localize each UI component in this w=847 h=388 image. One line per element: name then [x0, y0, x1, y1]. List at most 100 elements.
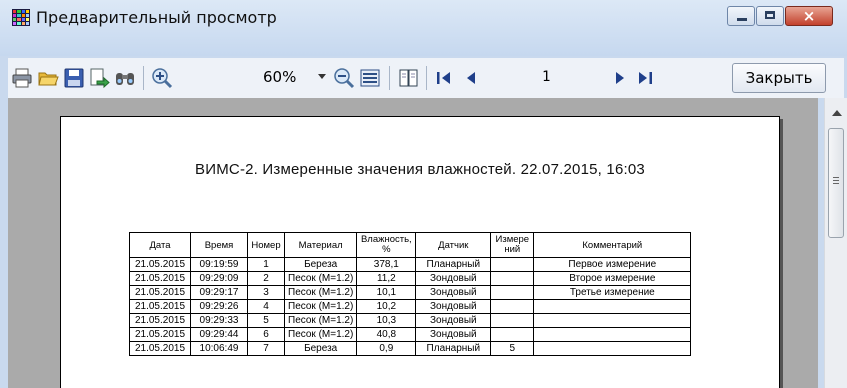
export-icon[interactable]	[88, 67, 110, 89]
cell-date: 21.05.2015	[129, 285, 191, 300]
cell-material: Песок (М=1.2)	[283, 327, 358, 342]
last-page-icon[interactable]	[634, 67, 656, 89]
cell-number: 3	[247, 285, 285, 300]
cell-sensor: Планарный	[415, 341, 492, 356]
grip-icon	[833, 180, 839, 181]
printer-icon[interactable]	[11, 67, 33, 89]
toolbar-separator	[143, 66, 144, 90]
document-title: ВИМС-2. Измеренные значения влажностей. …	[195, 161, 645, 178]
cell-comment: Второе измерение	[533, 271, 692, 286]
cell-material: Песок (М=1.2)	[283, 285, 358, 300]
open-folder-icon[interactable]	[37, 67, 59, 89]
cell-material: Песок (М=1.2)	[283, 299, 358, 314]
save-icon[interactable]	[63, 67, 85, 89]
cell-measurements	[490, 271, 535, 286]
scroll-up-icon[interactable]	[832, 110, 842, 116]
cell-material: Песок (М=1.2)	[283, 271, 358, 286]
scroll-thumb[interactable]	[828, 128, 844, 238]
cell-date: 21.05.2015	[129, 271, 191, 286]
prev-page-icon[interactable]	[460, 67, 482, 89]
document-page: ВИМС-2. Измеренные значения влажностей. …	[60, 116, 780, 388]
close-icon: ×	[802, 7, 816, 25]
minimize-button[interactable]	[727, 6, 755, 26]
cell-number: 6	[247, 327, 285, 342]
cell-measurements	[490, 299, 535, 314]
cell-humidity: 378,1	[356, 257, 417, 272]
cell-date: 21.05.2015	[129, 341, 191, 356]
cell-time: 09:29:17	[190, 285, 248, 300]
cell-comment	[533, 327, 692, 342]
cell-humidity: 10,3	[356, 313, 417, 328]
column-header-humidity: Влажность, %	[356, 232, 417, 258]
table-row: 21.05.2015 10:06:49 7 Береза 0,9 Планарный 5	[129, 341, 692, 356]
cell-sensor: Зондовый	[415, 327, 492, 342]
cell-time: 09:29:26	[190, 299, 248, 314]
column-header-time: Время	[190, 232, 248, 258]
cell-number: 4	[247, 299, 285, 314]
cell-humidity: 10,1	[356, 285, 417, 300]
cell-comment	[533, 313, 692, 328]
cell-date: 21.05.2015	[129, 327, 191, 342]
cell-sensor: Зондовый	[415, 271, 492, 286]
table-row: 21.05.2015 09:29:09 2 Песок (М=1.2) 11,2 Зонд…	[129, 271, 692, 286]
app-icon	[12, 9, 30, 26]
next-page-icon[interactable]	[609, 67, 631, 89]
column-header-sensor: Датчик	[415, 232, 492, 258]
table-row: 21.05.2015 09:29:17 3 Песок (М=1.2) 10,1 Зонд…	[129, 285, 692, 300]
cell-sensor: Зондовый	[415, 313, 492, 328]
zoom-in-icon[interactable]	[151, 67, 173, 89]
cell-comment: Первое измерение	[533, 257, 692, 272]
measurements-table: Дата Время Номер Материал Влажность, % Д…	[129, 232, 692, 356]
cell-time: 09:19:59	[190, 257, 248, 272]
cell-comment: Третье измерение	[533, 285, 692, 300]
find-icon[interactable]	[114, 67, 136, 89]
window-close-button[interactable]: ×	[785, 6, 833, 26]
maximize-icon	[765, 11, 775, 19]
maximize-button[interactable]	[756, 6, 784, 26]
column-header-date: Дата	[129, 232, 191, 258]
vertical-scrollbar[interactable]	[824, 98, 847, 388]
column-header-number: Номер	[247, 232, 285, 258]
cell-time: 09:29:33	[190, 313, 248, 328]
table-row: 21.05.2015 09:19:59 1 Береза 378,1 Планарный П…	[129, 257, 692, 272]
cell-material: Береза	[283, 257, 358, 272]
column-header-measurements: Измере ний	[490, 232, 535, 258]
cell-measurements	[490, 257, 535, 272]
cell-number: 1	[247, 257, 285, 272]
cell-date: 21.05.2015	[129, 313, 191, 328]
first-page-icon[interactable]	[433, 67, 455, 89]
cell-sensor: Планарный	[415, 257, 492, 272]
cell-measurements: 5	[490, 341, 535, 356]
preview-window: Предварительный просмотр × 60% 1 Закрыть…	[0, 0, 847, 388]
cell-time: 10:06:49	[190, 341, 248, 356]
cell-measurements	[490, 285, 535, 300]
table-header-row: Дата Время Номер Материал Влажность, % Д…	[129, 232, 692, 258]
cell-comment	[533, 299, 692, 314]
toolbar-separator	[389, 66, 390, 90]
cell-measurements	[490, 327, 535, 342]
cell-date: 21.05.2015	[129, 257, 191, 272]
close-preview-button[interactable]: Закрыть	[732, 63, 826, 93]
toolbar-separator	[426, 66, 427, 90]
page-setup-icon[interactable]	[398, 67, 420, 89]
title-bar[interactable]: Предварительный просмотр ×	[0, 0, 847, 56]
cell-humidity: 10,2	[356, 299, 417, 314]
minimize-icon	[737, 18, 747, 21]
cell-date: 21.05.2015	[129, 299, 191, 314]
cell-time: 09:29:44	[190, 327, 248, 342]
zoom-out-icon[interactable]	[333, 67, 355, 89]
cell-number: 7	[247, 341, 285, 356]
page-number-input[interactable]: 1	[538, 67, 602, 87]
cell-humidity: 40,8	[356, 327, 417, 342]
zoom-combo[interactable]: 60%	[263, 68, 296, 86]
table-row: 21.05.2015 09:29:33 5 Песок (М=1.2) 10,3 Зонд…	[129, 313, 692, 328]
chevron-down-icon[interactable]	[318, 74, 326, 79]
table-row: 21.05.2015 09:29:44 6 Песок (М=1.2) 40,8 Зонд…	[129, 327, 692, 342]
cell-sensor: Зондовый	[415, 299, 492, 314]
cell-measurements	[490, 313, 535, 328]
cell-comment	[533, 341, 692, 356]
cell-number: 2	[247, 271, 285, 286]
preview-area[interactable]: ВИМС-2. Измеренные значения влажностей. …	[8, 98, 818, 388]
table-row: 21.05.2015 09:29:26 4 Песок (М=1.2) 10,2 Зонд…	[129, 299, 692, 314]
fit-page-icon[interactable]	[359, 67, 381, 89]
